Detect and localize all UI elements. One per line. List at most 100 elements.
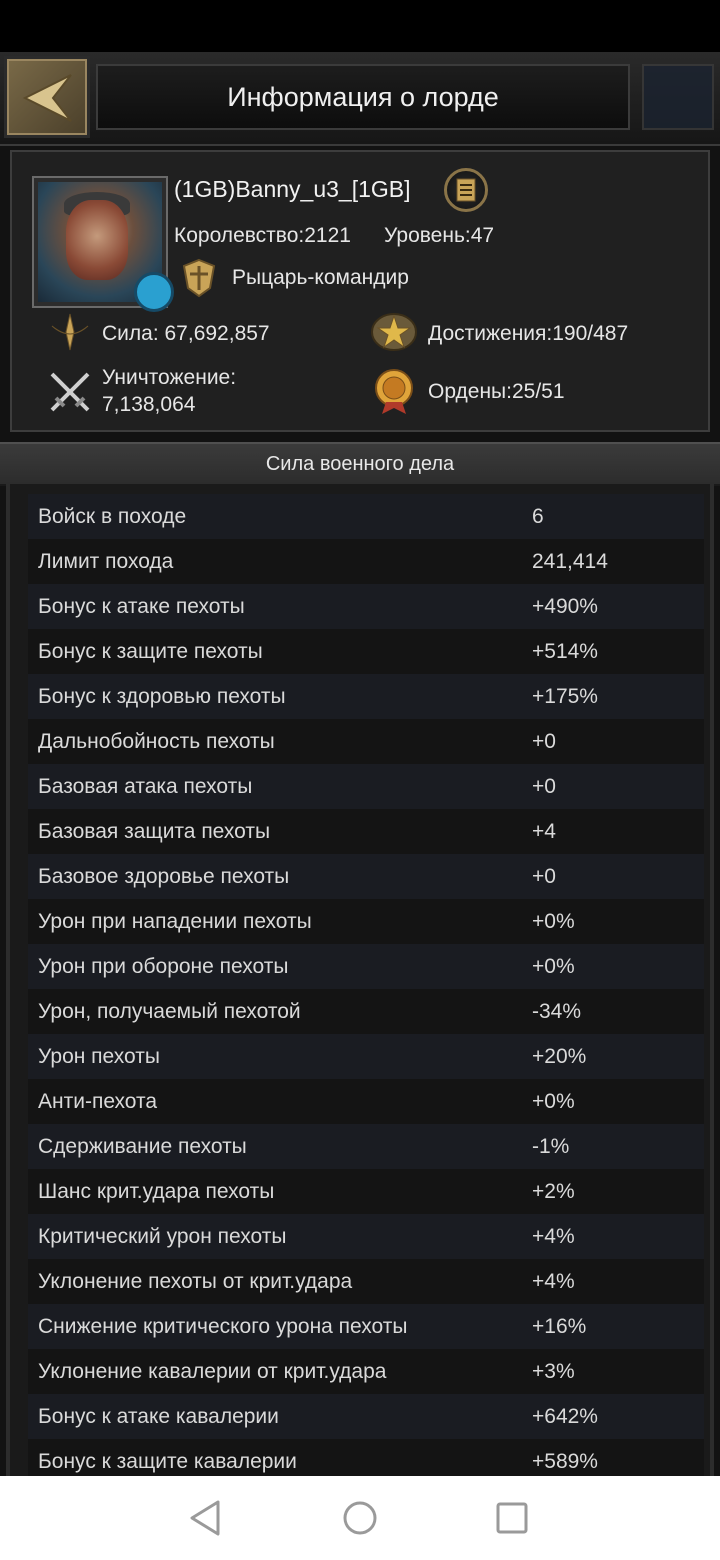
stat-value: 6 bbox=[532, 504, 544, 528]
medals-value: Ордены:25/51 bbox=[428, 380, 565, 403]
document-icon bbox=[456, 178, 476, 202]
stat-value: +0 bbox=[532, 774, 556, 798]
stat-label: Шанс крит.удара пехоты bbox=[38, 1179, 275, 1203]
stat-row: Базовое здоровье пехоты +0 bbox=[28, 854, 704, 899]
stat-label: Уклонение кавалерии от крит.удара bbox=[38, 1359, 387, 1383]
crossed-swords-icon bbox=[50, 372, 90, 412]
stat-label: Дальнобойность пехоты bbox=[38, 729, 275, 753]
power-value: Сила: 67,692,857 bbox=[102, 322, 270, 345]
back-arrow-icon bbox=[22, 74, 72, 122]
stat-value: +0 bbox=[532, 729, 556, 753]
stat-value: -1% bbox=[532, 1134, 570, 1158]
stat-row: Уклонение пехоты от крит.удара +4% bbox=[28, 1259, 704, 1304]
section-header: Сила военного дела bbox=[0, 442, 720, 486]
stat-row: Бонус к здоровью пехоты +175% bbox=[28, 674, 704, 719]
stat-value: +0% bbox=[532, 954, 575, 978]
stat-value: +4% bbox=[532, 1224, 575, 1248]
stat-value: +514% bbox=[532, 639, 598, 663]
medals-icon[interactable] bbox=[372, 368, 416, 414]
stat-label: Сдерживание пехоты bbox=[38, 1134, 247, 1158]
stat-row: Снижение критического урона пехоты +16% bbox=[28, 1304, 704, 1349]
stat-label: Бонус к защите пехоты bbox=[38, 639, 263, 663]
power-icon bbox=[51, 313, 89, 351]
stat-label: Бонус к атаке кавалерии bbox=[38, 1404, 279, 1428]
stat-row: Шанс крит.удара пехоты +2% bbox=[28, 1169, 704, 1214]
nav-home-icon[interactable] bbox=[338, 1496, 382, 1540]
nav-recents-icon[interactable] bbox=[490, 1496, 534, 1540]
stat-row: Базовая атака пехоты +0 bbox=[28, 764, 704, 809]
stat-value: +4 bbox=[532, 819, 556, 843]
stat-value: +490% bbox=[532, 594, 598, 618]
stat-row: Войск в походе 6 bbox=[28, 494, 704, 539]
stat-value: +0% bbox=[532, 1089, 575, 1113]
stat-value: +642% bbox=[532, 1404, 598, 1428]
stat-value: 241,414 bbox=[532, 549, 608, 573]
stat-row: Урон при нападении пехоты +0% bbox=[28, 899, 704, 944]
stat-row: Урон пехоты +20% bbox=[28, 1034, 704, 1079]
stat-label: Критический урон пехоты bbox=[38, 1224, 287, 1248]
stat-label: Базовое здоровье пехоты bbox=[38, 864, 290, 888]
kingdom-label: Королевство:2121 bbox=[174, 224, 351, 247]
stat-row: Бонус к атаке пехоты +490% bbox=[28, 584, 704, 629]
stat-value: +589% bbox=[532, 1449, 598, 1473]
stat-row: Критический урон пехоты +4% bbox=[28, 1214, 704, 1259]
stat-value: +175% bbox=[532, 684, 598, 708]
player-name: (1GB)Banny_u3_[1GB] bbox=[174, 176, 411, 202]
stat-label: Бонус к атаке пехоты bbox=[38, 594, 245, 618]
stat-row: Бонус к защите пехоты +514% bbox=[28, 629, 704, 674]
stat-label: Снижение критического урона пехоты bbox=[38, 1314, 408, 1338]
stat-label: Базовая атака пехоты bbox=[38, 774, 253, 798]
stat-label: Бонус к здоровью пехоты bbox=[38, 684, 286, 708]
stat-value: +4% bbox=[532, 1269, 575, 1293]
refresh-badge-icon bbox=[134, 272, 174, 312]
stat-value: -34% bbox=[532, 999, 582, 1023]
stat-label: Анти-пехота bbox=[38, 1089, 158, 1113]
achievements-icon[interactable] bbox=[370, 310, 418, 354]
stat-row: Урон, получаемый пехотой -34% bbox=[28, 989, 704, 1034]
nav-back-icon[interactable] bbox=[184, 1496, 228, 1540]
stat-value: +16% bbox=[532, 1314, 587, 1338]
back-button[interactable] bbox=[4, 56, 90, 138]
stat-row: Сдерживание пехоты -1% bbox=[28, 1124, 704, 1169]
rank-shield-icon bbox=[182, 258, 216, 298]
stat-label: Урон при нападении пехоты bbox=[38, 909, 312, 933]
stat-row: Бонус к защите кавалерии +589% bbox=[28, 1439, 704, 1476]
level-label: Уровень:47 bbox=[384, 224, 495, 247]
stat-value: +0% bbox=[532, 909, 575, 933]
kills-label: Уничтожение: bbox=[102, 366, 237, 389]
stat-row: Базовая защита пехоты +4 bbox=[28, 809, 704, 854]
title-plate: Информация о лорде bbox=[96, 64, 630, 130]
system-nav-bar bbox=[0, 1476, 720, 1560]
stat-row: Лимит похода 241,414 bbox=[28, 539, 704, 584]
notes-icon[interactable] bbox=[444, 168, 488, 212]
stat-value: +3% bbox=[532, 1359, 575, 1383]
stat-label: Урон пехоты bbox=[38, 1044, 160, 1068]
stat-row: Урон при обороне пехоты +0% bbox=[28, 944, 704, 989]
section-title: Сила военного дела bbox=[265, 452, 455, 475]
stats-list[interactable]: Войск в походе 6 Лимит похода 241,414 Бонус … bbox=[6, 484, 714, 1476]
header: Информация о лорде bbox=[0, 52, 720, 146]
stat-row: Уклонение кавалерии от крит.удара +3% bbox=[28, 1349, 704, 1394]
page-title: Информация о лорде bbox=[227, 81, 499, 112]
stat-row: Дальнобойность пехоты +0 bbox=[28, 719, 704, 764]
avatar[interactable] bbox=[34, 178, 174, 312]
stats-table: Войск в походе 6 Лимит похода 241,414 Бонус … bbox=[28, 494, 704, 1476]
stat-label: Базовая защита пехоты bbox=[38, 819, 271, 843]
stat-label: Войск в походе bbox=[38, 504, 187, 528]
stat-label: Лимит похода bbox=[38, 549, 174, 573]
stat-label: Урон, получаемый пехотой bbox=[38, 999, 301, 1023]
stat-row: Бонус к атаке кавалерии +642% bbox=[28, 1394, 704, 1439]
stat-label: Бонус к защите кавалерии bbox=[38, 1449, 297, 1473]
stat-label: Урон при обороне пехоты bbox=[38, 954, 289, 978]
ornament-icon bbox=[642, 64, 714, 130]
stat-value: +20% bbox=[532, 1044, 587, 1068]
kills-value: 7,138,064 bbox=[102, 393, 196, 416]
stat-value: +2% bbox=[532, 1179, 575, 1203]
profile-panel: (1GB)Banny_u3_[1GB] Королевство:2121 Уро… bbox=[10, 150, 710, 432]
status-bar bbox=[0, 0, 720, 52]
stat-value: +0 bbox=[532, 864, 556, 888]
avatar-face bbox=[66, 200, 128, 280]
achievements-value: Достижения:190/487 bbox=[428, 322, 629, 345]
rank-label: Рыцарь-командир bbox=[232, 266, 409, 289]
stat-label: Уклонение пехоты от крит.удара bbox=[38, 1269, 353, 1293]
